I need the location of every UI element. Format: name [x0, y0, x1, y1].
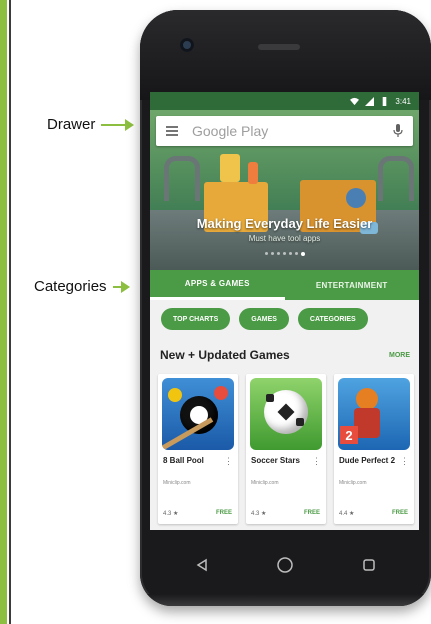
- callout-drawer-arrow-line: [101, 123, 126, 126]
- app-developer: Miniclip.com: [339, 480, 367, 486]
- overflow-menu-icon[interactable]: ⋮: [224, 456, 233, 467]
- carousel-page-dots[interactable]: [150, 252, 419, 256]
- app-developer: Miniclip.com: [163, 480, 191, 486]
- page-border-accent: [0, 0, 7, 624]
- section-more-button[interactable]: MORE: [389, 352, 410, 359]
- callout-categories: Categories: [34, 278, 130, 295]
- callout-drawer: Drawer: [47, 116, 135, 133]
- category-tab-bar: APPS & GAMES ENTERTAINMENT: [150, 270, 419, 300]
- app-card[interactable]: 8 Ball Pool ⋮ Miniclip.com 4.3 ★ FREE: [158, 374, 238, 524]
- app-rating: 4.3 ★: [251, 511, 267, 517]
- hero-robot-art: [220, 154, 240, 182]
- app-name: 8 Ball Pool: [163, 456, 204, 465]
- phone-bottom-edge: [140, 594, 431, 606]
- callout-categories-arrow-line: [112, 285, 121, 288]
- recent-apps-icon: [363, 559, 375, 571]
- app-icon-soccer-stars: [250, 378, 322, 450]
- chip-categories[interactable]: CATEGORIES: [297, 308, 368, 330]
- phone-top-bezel: [140, 10, 431, 100]
- status-bar: 3:41: [150, 92, 419, 110]
- phone-screen: 3:41 Google Play Making Everyday Life Ea…: [150, 92, 419, 530]
- hero-banner[interactable]: Google Play Making Everyday Life Easier …: [150, 110, 419, 270]
- back-button[interactable]: [192, 555, 212, 575]
- app-icon-8-ball-pool: [162, 378, 234, 450]
- app-card[interactable]: 2 Dude Perfect 2 ⋮ Miniclip.com 4.4 ★ FR…: [334, 374, 414, 524]
- phone-device: 3:41 Google Play Making Everyday Life Ea…: [140, 10, 431, 606]
- signal-icon: [365, 96, 375, 106]
- hero-bottle-art: [248, 162, 258, 184]
- app-card-list: 8 Ball Pool ⋮ Miniclip.com 4.3 ★ FREE So…: [158, 374, 419, 524]
- battery-icon: [383, 96, 387, 106]
- app-price: FREE: [391, 510, 408, 516]
- section-title: New + Updated Games: [160, 348, 290, 362]
- overflow-menu-icon[interactable]: ⋮: [400, 456, 409, 467]
- hamburger-menu-icon[interactable]: [166, 126, 178, 136]
- app-name: Dude Perfect 2: [339, 456, 396, 465]
- callout-categories-label: Categories: [34, 278, 107, 295]
- carousel-dot[interactable]: [294, 252, 298, 255]
- carousel-dot-active[interactable]: [300, 252, 305, 256]
- app-developer: Miniclip.com: [251, 480, 279, 486]
- status-time: 3:41: [395, 96, 411, 106]
- app-card[interactable]: Soccer Stars ⋮ Miniclip.com 4.3 ★ FREE: [246, 374, 326, 524]
- search-bar[interactable]: Google Play: [156, 116, 413, 146]
- carousel-dot[interactable]: [270, 252, 274, 255]
- back-icon: [196, 558, 207, 572]
- carousel-dot[interactable]: [276, 252, 280, 255]
- home-button[interactable]: [275, 555, 295, 575]
- home-icon: [277, 557, 294, 573]
- hero-wrench-right-art: [378, 156, 414, 201]
- overflow-menu-icon[interactable]: ⋮: [312, 456, 321, 467]
- app-rating: 4.3 ★: [163, 511, 179, 517]
- navigation-bar: [140, 540, 431, 590]
- app-icon-dude-perfect-2: 2: [338, 378, 410, 450]
- app-price: FREE: [215, 510, 232, 516]
- app-name: Soccer Stars: [251, 456, 300, 465]
- chip-top-charts[interactable]: TOP CHARTS: [161, 308, 231, 330]
- tab-apps-games[interactable]: APPS & GAMES: [150, 270, 285, 300]
- app-rating: 4.4 ★: [339, 511, 355, 517]
- wifi-icon: [350, 97, 360, 105]
- page-border-line: [9, 0, 11, 624]
- section-header: New + Updated Games MORE: [160, 348, 410, 362]
- chip-games[interactable]: GAMES: [239, 308, 289, 330]
- microphone-icon[interactable]: [393, 124, 403, 138]
- callout-categories-arrow-head: [120, 280, 130, 293]
- hero-clock-art: [346, 188, 366, 208]
- app-price: FREE: [303, 510, 320, 516]
- callout-drawer-label: Drawer: [47, 116, 96, 133]
- filter-chips: TOP CHARTS GAMES CATEGORIES: [150, 308, 419, 334]
- search-placeholder[interactable]: Google Play: [192, 123, 393, 139]
- front-camera-icon: [180, 38, 194, 52]
- recent-apps-button[interactable]: [359, 555, 379, 575]
- carousel-dot[interactable]: [264, 252, 268, 255]
- earpiece-speaker: [258, 44, 300, 50]
- hero-wrench-left-art: [164, 156, 200, 201]
- carousel-dot[interactable]: [282, 252, 286, 255]
- callout-drawer-arrow-head: [125, 118, 135, 131]
- tab-entertainment[interactable]: ENTERTAINMENT: [285, 270, 420, 300]
- hero-subtitle: Must have tool apps: [248, 234, 321, 243]
- carousel-dot[interactable]: [288, 252, 292, 255]
- hero-title: Making Everyday Life Easier: [196, 216, 373, 231]
